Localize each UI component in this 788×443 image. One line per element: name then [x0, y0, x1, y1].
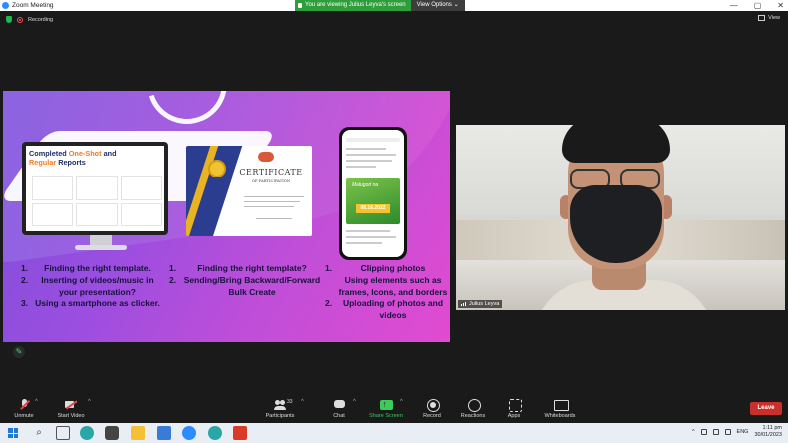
monitor-stand	[90, 235, 112, 245]
edge-browser-icon-2[interactable]	[208, 426, 222, 440]
recording-status: Recording	[6, 16, 53, 23]
annotate-pencil-icon[interactable]: ✎	[13, 346, 25, 358]
participants-label: Participants	[265, 413, 295, 419]
search-icon[interactable]: ⌕	[32, 426, 46, 440]
edge-browser-icon[interactable]	[80, 426, 94, 440]
ribbon-icon	[211, 177, 223, 187]
clock[interactable]: 1:11 pm 30/01/2023	[754, 425, 782, 439]
apps-label: Apps	[507, 413, 521, 419]
record-icon	[426, 399, 440, 412]
share-banner: You are viewing Julius Leyva's screen Vi…	[295, 0, 465, 11]
camera-app-icon[interactable]	[105, 426, 119, 440]
participant-video	[456, 125, 785, 310]
store-icon[interactable]	[157, 426, 171, 440]
windows-start-icon[interactable]	[8, 428, 18, 438]
video-off-icon	[64, 399, 78, 411]
language-indicator[interactable]: ENG	[737, 429, 749, 435]
share-screen-icon	[379, 399, 393, 411]
task-view-icon[interactable]	[56, 426, 70, 440]
list-item: 2. Sending/Bring Backward/Forward Bulk Cr…	[169, 274, 321, 297]
system-tray: ^ ENG 1:11 pm 30/01/2023	[692, 425, 782, 439]
meeting-toolbar: Unmute ^ Start Video ^ 33 Participants ^…	[0, 393, 788, 423]
view-label: View	[768, 15, 780, 21]
whiteboard-icon	[553, 399, 569, 411]
leave-button[interactable]: Leave	[750, 402, 782, 415]
post-title: Malugod na	[352, 182, 379, 188]
reactions-icon	[467, 399, 481, 412]
whiteboards-button[interactable]: Whiteboards	[530, 399, 590, 419]
phone-mockup: Malugod na 08.16.2022	[339, 127, 407, 260]
view-button[interactable]: View	[758, 15, 780, 21]
minimize-button[interactable]: —	[730, 0, 738, 11]
reports-grid	[32, 176, 162, 226]
monitor-screen: Completed One-Shot and Regular Reports	[26, 146, 164, 231]
apps-icon	[508, 399, 522, 412]
office-app-icon[interactable]	[233, 426, 247, 440]
zoom-taskbar-icon[interactable]	[182, 426, 196, 440]
battery-icon[interactable]	[724, 429, 731, 435]
clock-time: 1:11 pm	[762, 425, 782, 431]
list-item: 1. Finding the right template?	[169, 263, 307, 273]
monitor-base	[75, 245, 127, 250]
record-label: Record	[423, 413, 441, 419]
participant-name-tag: Julius Leyva	[458, 300, 503, 308]
participants-count: 33	[286, 399, 293, 405]
network-icon[interactable]	[700, 429, 707, 435]
start-video-label: Start Video	[57, 413, 85, 419]
participants-icon: 33	[273, 399, 293, 411]
video-options-caret-icon[interactable]: ^	[88, 399, 91, 405]
windows-taskbar: ⌕ ^ ENG 1:11 pm 30/01/2023	[0, 423, 788, 443]
seal-icon	[258, 152, 274, 162]
post-date: 08.16.2022	[356, 204, 390, 213]
list-item: 2. Inserting of videos/music in your pres…	[21, 274, 154, 297]
speaker-icon[interactable]	[712, 429, 719, 435]
monitor-mockup: Completed One-Shot and Regular Reports	[22, 142, 168, 235]
close-button[interactable]: ✕	[777, 0, 784, 11]
reactions-label: Reactions	[460, 413, 486, 419]
audio-options-caret-icon[interactable]: ^	[35, 399, 38, 405]
unmute-label: Unmute	[14, 413, 34, 419]
microphone-muted-icon	[18, 399, 31, 411]
recording-label: Recording	[28, 16, 54, 23]
certificate-subtitle: OF PARTICIPATION	[251, 178, 291, 183]
clock-date: 30/01/2023	[754, 432, 782, 438]
shared-screen-slide: Completed One-Shot and Regular Reports C…	[3, 91, 450, 342]
view-options-button[interactable]: View Options ⌄	[410, 0, 465, 11]
zoom-logo-icon	[2, 2, 9, 9]
window-title: Zoom Meeting	[12, 2, 54, 9]
list-item: Using elements such as frames, Icons, an…	[338, 274, 448, 297]
viewing-screen-message: You are viewing Julius Leyva's screen	[295, 0, 411, 11]
window-controls: — ▢ ✕	[730, 0, 784, 11]
paperclip-decoration	[148, 91, 238, 135]
signal-bars-icon	[461, 302, 466, 306]
grid-view-icon	[758, 15, 766, 21]
maximize-button[interactable]: ▢	[754, 0, 762, 11]
participants-caret-icon[interactable]: ^	[301, 399, 304, 405]
whiteboards-label: Whiteboards	[544, 413, 576, 419]
list-item: 1. Finding the right template.	[21, 263, 151, 273]
start-video-button[interactable]: Start Video	[41, 399, 101, 419]
list-item: 1. Clipping photos	[325, 263, 426, 273]
tips-column-2: 1. Finding the right template? 2. Sending/…	[165, 263, 323, 298]
tips-column-1: 1. Finding the right template. 2. Insertin…	[17, 263, 162, 310]
file-explorer-icon[interactable]	[131, 426, 145, 440]
chat-icon	[333, 399, 346, 411]
list-item: 2. Uploading of photos and videos	[325, 298, 444, 321]
phone-screen: Malugod na 08.16.2022	[342, 130, 404, 257]
participant-name: Julius Leyva	[469, 301, 500, 307]
list-item: 3. Using a smartphone as clicker.	[21, 298, 160, 309]
chat-label: Chat	[333, 413, 345, 419]
certificate-title: CERTIFICATE	[239, 168, 303, 177]
shield-icon[interactable]	[6, 16, 12, 23]
chevron-up-icon[interactable]: ^	[692, 429, 695, 435]
reports-title: Completed One-Shot and Regular Reports	[29, 149, 117, 167]
social-post-image: Malugod na 08.16.2022	[346, 178, 400, 224]
recording-icon	[17, 16, 23, 23]
tips-column-3: 1. Clipping photos Using elements such as…	[321, 263, 449, 322]
medal-icon	[208, 160, 226, 178]
view-options-label: View Options	[416, 2, 452, 8]
certificate-mockup: CERTIFICATE OF PARTICIPATION	[186, 146, 312, 236]
share-screen-label: Share Screen	[369, 413, 403, 419]
